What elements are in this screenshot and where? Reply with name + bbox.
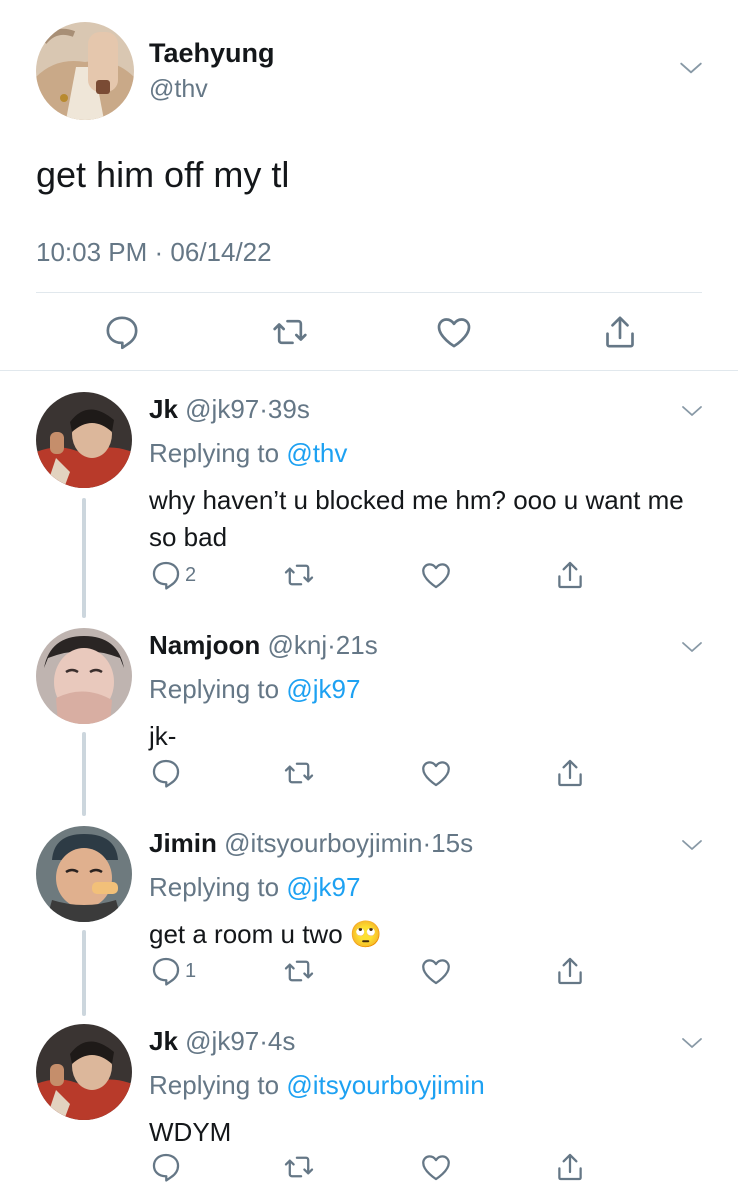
reply-header: Jk @jk97·39s xyxy=(149,394,310,425)
author-name[interactable]: Jk xyxy=(149,394,178,424)
retweet-icon[interactable] xyxy=(282,954,316,988)
reply-time[interactable]: 4s xyxy=(268,1026,295,1056)
chevron-down-icon[interactable] xyxy=(678,58,704,78)
avatar[interactable] xyxy=(36,392,132,488)
author-name[interactable]: Taehyung xyxy=(149,38,275,69)
like-icon[interactable] xyxy=(434,312,474,352)
chevron-down-icon[interactable] xyxy=(680,836,704,854)
divider xyxy=(0,370,738,371)
reply-count: 2 xyxy=(185,564,197,586)
like-icon[interactable] xyxy=(419,954,453,988)
author-name[interactable]: Jk xyxy=(149,1026,178,1056)
share-icon[interactable] xyxy=(553,558,587,592)
replying-prefix: Replying to xyxy=(149,674,287,704)
avatar[interactable] xyxy=(36,1024,132,1120)
replying-mention[interactable]: @thv xyxy=(286,438,347,468)
main-tweet[interactable]: Taehyung @thv get him off my tl 10:03 PM… xyxy=(0,0,738,370)
separator-dot: · xyxy=(327,630,336,660)
tweet-text: get him off my tl xyxy=(36,154,290,195)
reply-time[interactable]: 15s xyxy=(431,828,473,858)
reply-time[interactable]: 39s xyxy=(268,394,310,424)
reply-icon[interactable] xyxy=(149,1150,183,1184)
divider xyxy=(36,292,702,293)
avatar[interactable] xyxy=(36,826,132,922)
reply-count: 1 xyxy=(185,960,197,982)
avatar-namjoon-image xyxy=(36,628,132,724)
chevron-down-icon[interactable] xyxy=(680,1034,704,1052)
author-name[interactable]: Jimin xyxy=(149,828,217,858)
reply-text: why haven’t u blocked me hm? ooo u want … xyxy=(149,485,684,552)
avatar-jk-image xyxy=(36,1024,132,1120)
like-icon[interactable] xyxy=(419,1150,453,1184)
separator-dot: · xyxy=(259,1026,268,1056)
reply-tweet[interactable]: Jk @jk97·39s Replying to @thv why haven’… xyxy=(0,372,738,608)
chevron-down-icon[interactable] xyxy=(680,402,704,420)
reply-text: get a room u two xyxy=(149,919,343,949)
avatar-jk-image xyxy=(36,392,132,488)
reply-header: Jimin @itsyourboyjimin·15s xyxy=(149,828,473,859)
author-handle[interactable]: @thv xyxy=(149,75,208,104)
reply-text: WDYM xyxy=(149,1117,232,1147)
author-handle[interactable]: @jk97 xyxy=(185,1026,259,1056)
retweet-icon[interactable] xyxy=(282,1150,316,1184)
replying-to: Replying to @jk97 xyxy=(149,872,360,903)
reply-icon[interactable] xyxy=(149,558,183,592)
separator-dot: · xyxy=(259,394,268,424)
like-icon[interactable] xyxy=(419,558,453,592)
tweet-timestamp[interactable]: 10:03 PM · 06/14/22 xyxy=(36,237,272,268)
share-icon[interactable] xyxy=(553,954,587,988)
replying-to: Replying to @itsyourboyjimin xyxy=(149,1070,485,1101)
replying-prefix: Replying to xyxy=(149,872,287,902)
chevron-down-icon[interactable] xyxy=(680,638,704,656)
retweet-icon[interactable] xyxy=(282,756,316,790)
retweet-icon[interactable] xyxy=(270,312,310,352)
share-icon[interactable] xyxy=(553,756,587,790)
eye-roll-emoji: 🙄 xyxy=(349,919,383,949)
replying-mention[interactable]: @itsyourboyjimin xyxy=(286,1070,484,1100)
replying-prefix: Replying to xyxy=(149,1070,287,1100)
replying-mention[interactable]: @jk97 xyxy=(286,872,360,902)
author-handle[interactable]: @knj xyxy=(267,630,327,660)
reply-icon[interactable] xyxy=(149,954,183,988)
author-handle[interactable]: @jk97 xyxy=(185,394,259,424)
reply-text-container: get a room u two 🙄 xyxy=(149,916,709,953)
reply-text: jk- xyxy=(149,721,177,751)
share-icon[interactable] xyxy=(553,1150,587,1184)
reply-tweet[interactable]: Namjoon @knj·21s Replying to @jk97 jk- xyxy=(0,608,738,808)
replying-to: Replying to @jk97 xyxy=(149,674,360,705)
retweet-icon[interactable] xyxy=(282,558,316,592)
avatar[interactable] xyxy=(36,22,134,120)
reply-header: Namjoon @knj·21s xyxy=(149,630,378,661)
reply-header: Jk @jk97·4s xyxy=(149,1026,295,1057)
share-icon[interactable] xyxy=(600,312,640,352)
reply-time[interactable]: 21s xyxy=(336,630,378,660)
avatar[interactable] xyxy=(36,628,132,724)
avatar-jimin-image xyxy=(36,826,132,922)
replying-to: Replying to @thv xyxy=(149,438,347,469)
reply-tweet[interactable]: Jk @jk97·4s Replying to @itsyourboyjimin… xyxy=(0,1004,738,1200)
reply-icon[interactable] xyxy=(149,756,183,790)
replying-mention[interactable]: @jk97 xyxy=(286,674,360,704)
avatar-taehyung-image xyxy=(36,22,134,120)
replying-prefix: Replying to xyxy=(149,438,287,468)
separator-dot: · xyxy=(422,828,432,858)
author-handle[interactable]: @itsyourboyjimin xyxy=(224,828,422,858)
reply-icon[interactable] xyxy=(102,312,142,352)
author-name[interactable]: Namjoon xyxy=(149,630,260,660)
reply-tweet[interactable]: Jimin @itsyourboyjimin·15s Replying to @… xyxy=(0,806,738,1006)
like-icon[interactable] xyxy=(419,756,453,790)
